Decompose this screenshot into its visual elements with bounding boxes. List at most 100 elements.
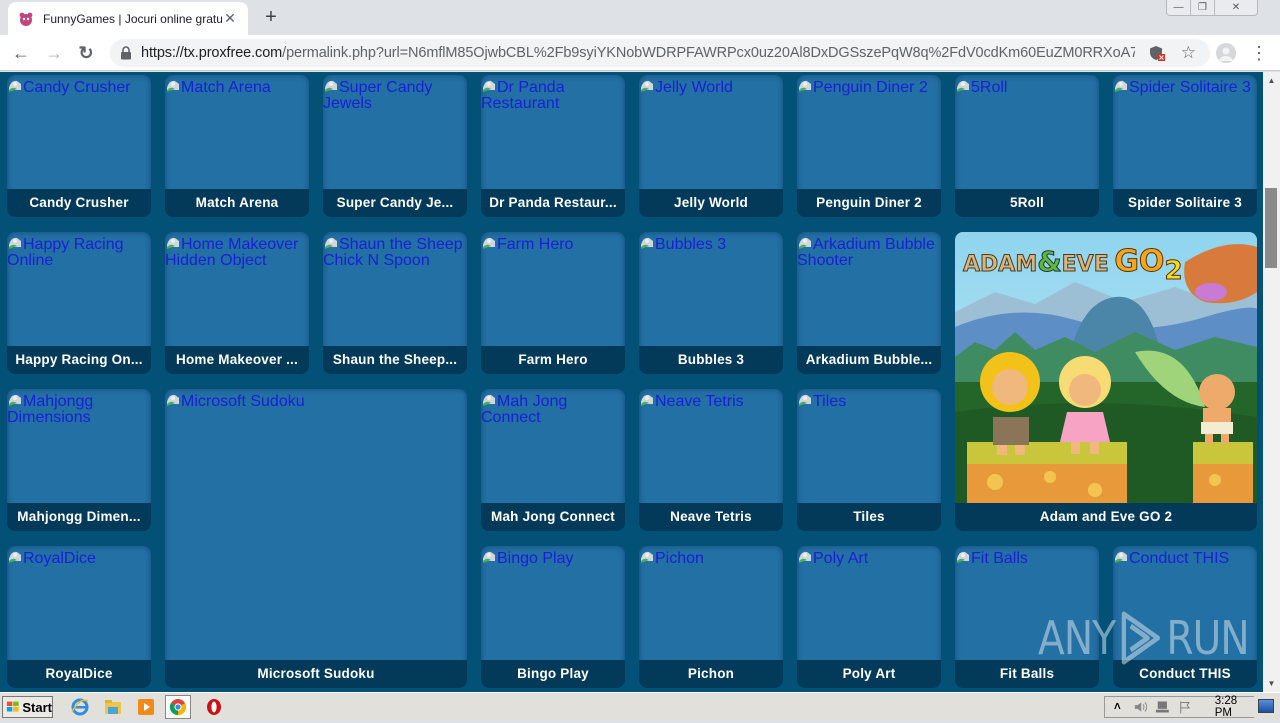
game-caption[interactable]: Neave Tetris [639,503,783,531]
game-tile[interactable]: RoyalDice RoyalDice [7,546,151,688]
game-tile[interactable]: Tiles Tiles [797,389,941,531]
scroll-down-arrow-icon[interactable]: ▼ [1263,675,1280,692]
tab-close-icon[interactable]: ✕ [222,10,238,27]
game-tile[interactable]: Spider Solitaire 3 Spider Solitaire 3 [1113,75,1257,217]
chrome-taskbar-button[interactable] [165,695,191,719]
game-tile[interactable]: Mah Jong Connect Mah Jong Connect [481,389,625,531]
game-tile[interactable]: Penguin Diner 2 Penguin Diner 2 [797,75,941,217]
back-button[interactable]: ← [9,41,33,65]
volume-icon[interactable] [1133,700,1148,714]
broken-image-icon [325,237,337,249]
scroll-up-arrow-icon[interactable]: ▲ [1263,72,1280,89]
game-tile[interactable]: Conduct THIS Conduct THIS [1113,546,1257,688]
funnygames-favicon-icon [19,12,33,26]
game-caption[interactable]: Arkadium Bubble... [797,346,941,374]
game-tile[interactable]: Dr Panda Restaurant Dr Panda Restaur... [481,75,625,217]
blocked-content-icon[interactable] [1149,45,1165,61]
new-tab-button[interactable]: + [260,6,282,28]
game-tile[interactable]: Match Arena Match Arena [165,75,309,217]
game-caption[interactable]: Jelly World [639,189,783,217]
game-caption[interactable]: Super Candy Je... [323,189,467,217]
game-tile[interactable]: Arkadium Bubble Shooter Arkadium Bubble..… [797,232,941,374]
game-tile[interactable]: Bubbles 3 Bubbles 3 [639,232,783,374]
broken-image-icon [1115,551,1127,563]
game-caption[interactable]: Mahjongg Dimen... [7,503,151,531]
game-caption[interactable]: Fit Balls [955,660,1099,688]
url-text[interactable]: https://tx.proxfree.com/permalink.php?ur… [141,45,1135,61]
game-tile[interactable]: Candy Crusher Candy Crusher [7,75,151,217]
media-player-icon[interactable] [136,697,156,717]
bookmark-star-icon[interactable]: ☆ [1181,43,1196,63]
show-desktop-button[interactable] [1258,699,1274,713]
game-caption[interactable]: Happy Racing On... [7,346,151,374]
logo-go: GO [1114,244,1165,280]
game-caption[interactable]: Adam and Eve GO 2 [955,503,1257,531]
network-icon[interactable] [1155,700,1170,714]
game-tile[interactable]: Farm Hero Farm Hero [481,232,625,374]
game-tile[interactable]: Shaun the Sheep Chick N Spoon Shaun the S… [323,232,467,374]
game-caption[interactable]: Bingo Play [481,660,625,688]
lock-icon [121,46,131,60]
game-caption[interactable]: Bubbles 3 [639,346,783,374]
tab-title: FunnyGames | Jocuri online gratuite! [43,11,222,26]
game-tile[interactable]: Jelly World Jelly World [639,75,783,217]
taskbar-clock[interactable]: 3:28 PM [1215,695,1254,719]
broken-image-alt: Farm Hero [481,235,575,253]
page-scrollbar[interactable]: ▲ ▼ [1263,72,1280,692]
start-button[interactable]: Start [2,696,53,718]
game-tile[interactable]: Home Makeover Hidden Object Home Makeover… [165,232,309,374]
profile-avatar[interactable] [1216,43,1236,63]
game-tile[interactable]: Mahjongg Dimensions Mahjongg Dimen... [7,389,151,531]
game-caption[interactable]: Penguin Diner 2 [797,189,941,217]
tray-expand-icon[interactable]: ˄ [1114,701,1121,713]
game-tile[interactable]: Super Candy Jewels Super Candy Je... [323,75,467,217]
game-tile-microsoft-sudoku[interactable]: Microsoft Sudoku Microsoft Sudoku [165,389,467,688]
game-tile[interactable]: Bingo Play Bingo Play [481,546,625,688]
broken-image-alt: Jelly World [639,78,735,96]
adam-and-eve-logo: ADAM&EVE GO2 [962,244,1183,287]
game-caption[interactable]: Mah Jong Connect [481,503,625,531]
broken-image-icon [799,551,811,563]
reload-button[interactable]: ↻ [74,41,98,65]
game-caption[interactable]: Tiles [797,503,941,531]
game-tile[interactable]: 5Roll 5Roll [955,75,1099,217]
address-bar[interactable]: https://tx.proxfree.com/permalink.php?ur… [110,39,1210,67]
broken-image-icon [641,237,653,249]
game-caption[interactable]: Pichon [639,660,783,688]
file-explorer-icon[interactable] [103,697,123,717]
action-center-flag-icon[interactable] [1178,700,1193,714]
game-caption[interactable]: Poly Art [797,660,941,688]
browser-toolbar: ← → ↻ https://tx.proxfree.com/permalink.… [0,35,1280,71]
game-caption[interactable]: RoyalDice [7,660,151,688]
logo-number: 2 [1164,256,1183,287]
broken-image-alt: Home Makeover Hidden Object [165,236,299,269]
game-caption[interactable]: 5Roll [955,189,1099,217]
game-caption[interactable]: Farm Hero [481,346,625,374]
game-tile[interactable]: Pichon Pichon [639,546,783,688]
browser-tab[interactable]: FunnyGames | Jocuri online gratuite! ✕ [8,2,248,35]
game-tile-adam-and-eve-go-2[interactable]: ADAM&EVE GO2 Adam and Eve GO 2 [955,232,1257,531]
game-caption[interactable]: Dr Panda Restaur... [481,189,625,217]
forward-button[interactable]: → [42,41,66,65]
opera-icon[interactable] [204,697,224,717]
scrollbar-thumb[interactable] [1265,188,1277,268]
game-caption[interactable]: Microsoft Sudoku [165,660,467,688]
close-window-button[interactable]: ✕ [1215,0,1257,15]
internet-explorer-icon[interactable] [70,697,90,717]
game-caption[interactable]: Candy Crusher [7,189,151,217]
restore-button[interactable]: ❐ [1191,0,1215,15]
game-caption[interactable]: Match Arena [165,189,309,217]
game-tile[interactable]: Happy Racing Online Happy Racing On... [7,232,151,374]
windows-taskbar: Start ˄ 3:28 PM [0,692,1280,720]
broken-image-icon [799,237,811,249]
game-tile[interactable]: Poly Art Poly Art [797,546,941,688]
game-caption[interactable]: Conduct THIS [1113,660,1257,688]
minimize-button[interactable]: — [1167,0,1191,15]
chrome-menu-icon[interactable]: ⋮ [1250,41,1268,65]
game-caption[interactable]: Shaun the Sheep... [323,346,467,374]
game-tile[interactable]: Fit Balls Fit Balls [955,546,1099,688]
game-caption[interactable]: Spider Solitaire 3 [1113,189,1257,217]
game-tile[interactable]: Neave Tetris Neave Tetris [639,389,783,531]
broken-image-alt: Bingo Play [481,549,576,567]
game-caption[interactable]: Home Makeover ... [165,346,309,374]
